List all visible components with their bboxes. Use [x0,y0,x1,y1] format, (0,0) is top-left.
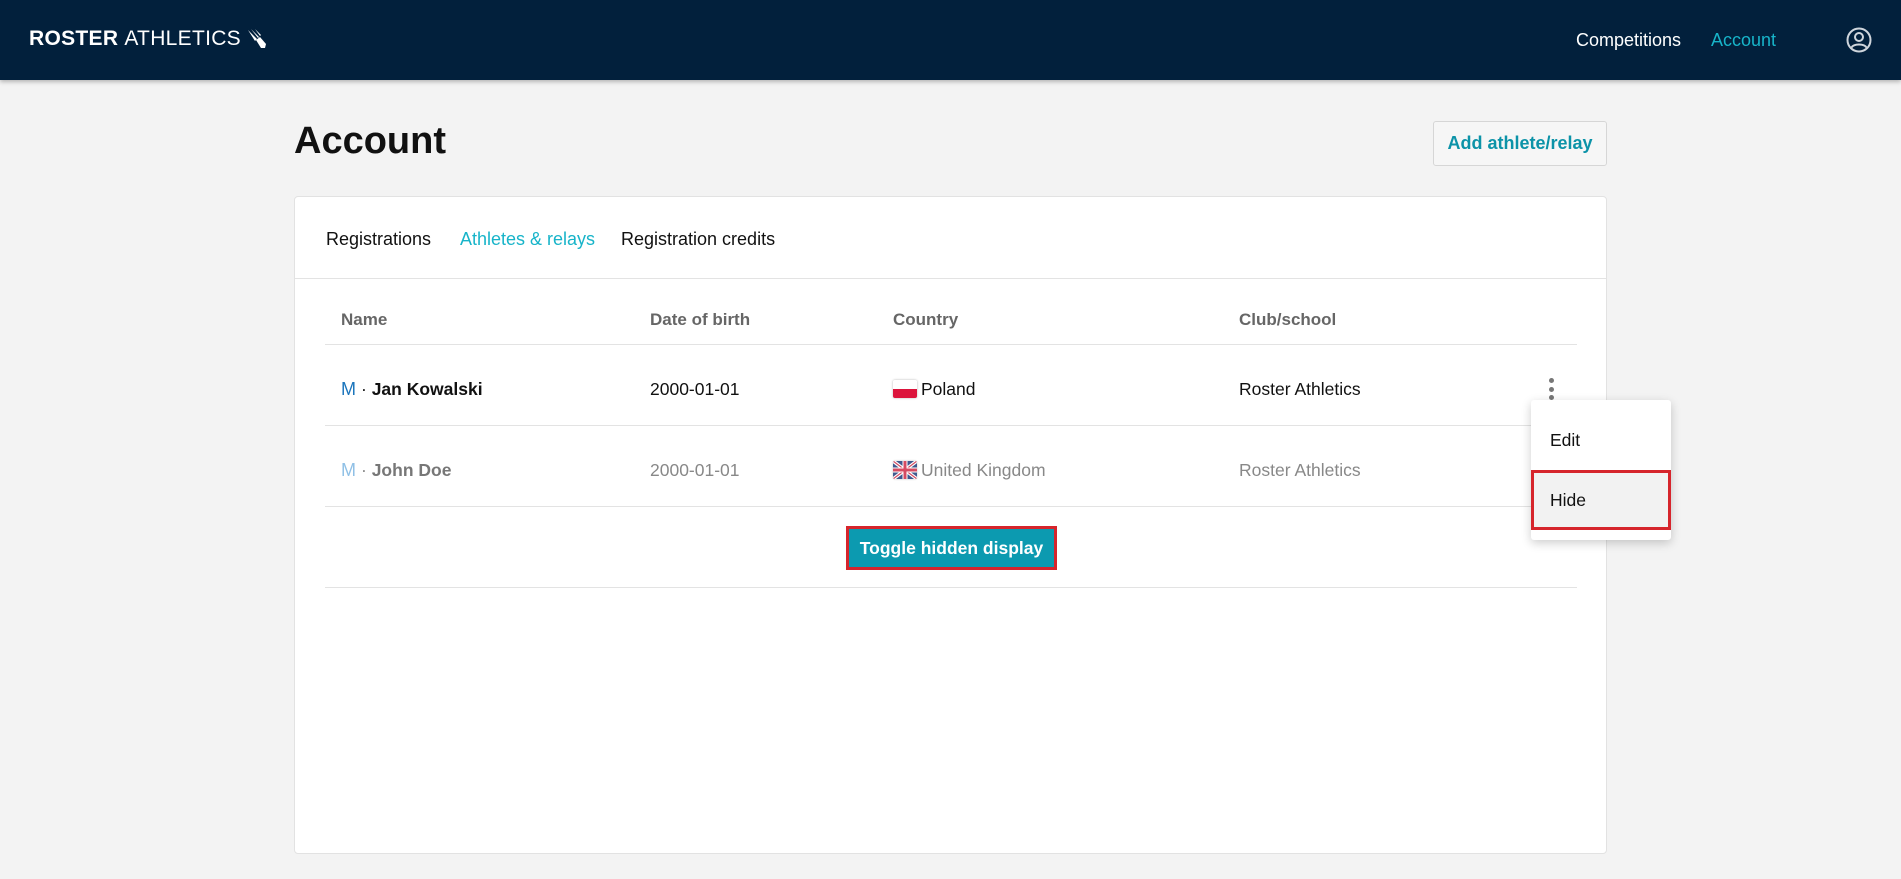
tab-athletes-relays[interactable]: Athletes & relays [460,229,595,250]
tabs-divider [295,278,1606,279]
athlete-dob: 2000-01-01 [650,459,740,480]
column-header-country: Country [893,310,959,329]
name-separator: · [361,378,367,399]
sex-label: M [341,459,356,480]
row-divider [325,425,1577,426]
column-header-name: Name [341,310,388,329]
sex-label: M [341,378,356,399]
column-header-dob: Date of birth [650,310,751,329]
uk-flag-icon [893,461,917,479]
name-separator: · [361,459,367,480]
table-row-name[interactable]: M · John Doe [341,456,451,484]
user-account-icon[interactable] [1846,27,1872,53]
more-options-icon[interactable] [1542,375,1560,403]
country-name: United Kingdom [921,459,1046,480]
athlete-club: Roster Athletics [1239,378,1361,399]
top-navigation-bar: ROSTER ATHLETICS Competitions Account [0,0,1901,80]
poland-flag-icon [893,380,917,398]
nav-account[interactable]: Account [1711,30,1776,51]
row-context-menu: Edit Hide [1531,400,1671,540]
athlete-dob: 2000-01-01 [650,378,740,399]
table-row-name[interactable]: M · Jan Kowalski [341,375,483,403]
athlete-name: John Doe [371,459,452,480]
country-name: Poland [921,378,976,399]
athlete-country: United Kingdom [893,456,1046,484]
logo-text-light: ATHLETICS [124,27,241,50]
roster-athletics-logo[interactable]: ROSTER ATHLETICS [29,27,269,51]
add-athlete-relay-button[interactable]: Add athlete/relay [1433,121,1607,166]
toggle-hidden-display-button[interactable]: Toggle hidden display [846,526,1057,570]
table-bottom-divider [325,587,1577,588]
tab-registration-credits[interactable]: Registration credits [621,229,775,250]
athlete-country: Poland [893,375,976,403]
winged-shoe-icon [247,29,266,48]
row-divider [325,506,1577,507]
page-title: Account [294,120,446,162]
tab-registrations[interactable]: Registrations [326,229,431,250]
account-card: Registrations Athletes & relays Registra… [294,196,1607,854]
menu-item-edit[interactable]: Edit [1531,410,1671,470]
athlete-name: Jan Kowalski [371,378,483,399]
logo-text-bold: ROSTER [29,27,119,50]
athlete-club: Roster Athletics [1239,459,1361,480]
column-header-club: Club/school [1239,310,1337,329]
header-divider [325,344,1577,345]
nav-competitions[interactable]: Competitions [1576,30,1681,51]
menu-item-hide[interactable]: Hide [1531,470,1671,530]
